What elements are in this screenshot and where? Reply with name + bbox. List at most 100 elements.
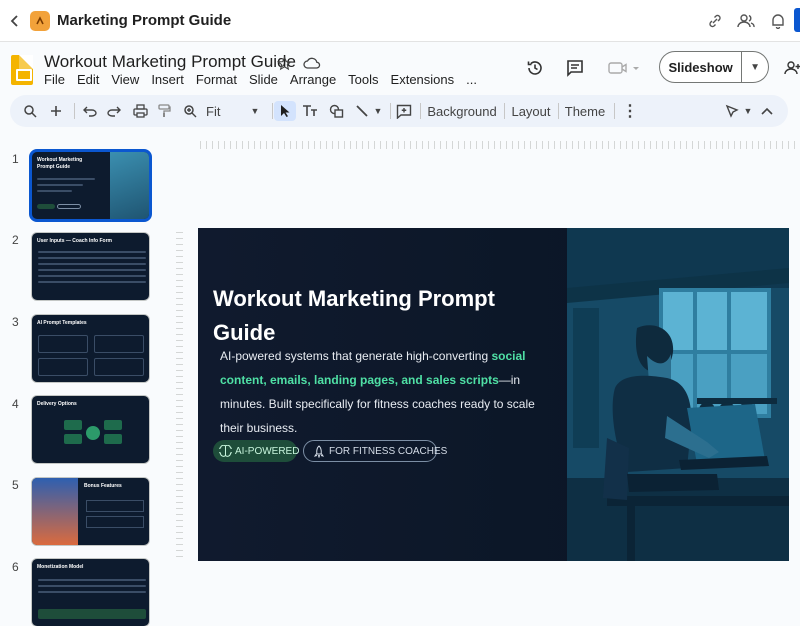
thumbnail-node bbox=[104, 434, 122, 444]
app-favicon-icon bbox=[30, 10, 50, 31]
link-icon[interactable] bbox=[704, 10, 726, 32]
people-icon[interactable] bbox=[735, 10, 757, 32]
thumbnail-title: AI Prompt Templates bbox=[37, 320, 87, 326]
slide-thumbnail-2[interactable]: User Inputs — Coach Info Form bbox=[31, 232, 150, 301]
brain-icon bbox=[219, 445, 232, 457]
share-add-person-icon[interactable] bbox=[782, 58, 800, 78]
menu-overflow[interactable]: ... bbox=[466, 72, 482, 87]
thumbnail-text bbox=[37, 178, 95, 196]
undo-icon[interactable] bbox=[80, 101, 100, 121]
slide-thumbnail-3[interactable]: AI Prompt Templates bbox=[31, 314, 150, 383]
thumbnail-title: Monetization Model bbox=[37, 564, 84, 570]
toolbar-separator bbox=[558, 103, 559, 119]
badge-label: FOR FITNESS COACHES bbox=[329, 445, 448, 457]
chevron-down-icon[interactable]: ▼ bbox=[742, 101, 754, 121]
back-icon[interactable] bbox=[2, 8, 28, 34]
shape-icon[interactable] bbox=[326, 101, 346, 121]
menu-tools[interactable]: Tools bbox=[348, 72, 383, 87]
slide-number: 1 bbox=[12, 152, 19, 166]
bell-icon[interactable] bbox=[767, 10, 789, 32]
menu-extensions[interactable]: Extensions bbox=[391, 72, 460, 87]
print-icon[interactable] bbox=[130, 101, 150, 121]
thumbnail-node bbox=[86, 426, 100, 440]
more-options-icon[interactable]: ⋮ bbox=[620, 101, 640, 121]
chevron-down-icon[interactable]: ▼ bbox=[248, 101, 262, 121]
search-menus-icon[interactable] bbox=[20, 101, 40, 121]
thumbnail-node bbox=[64, 434, 82, 444]
select-cursor-icon[interactable] bbox=[274, 101, 296, 121]
menu-edit[interactable]: Edit bbox=[77, 72, 104, 87]
star-icon[interactable] bbox=[274, 53, 294, 73]
menu-insert[interactable]: Insert bbox=[151, 72, 189, 87]
thumbnail-illustration bbox=[110, 152, 149, 219]
thumbnail-text bbox=[38, 251, 146, 287]
menu-format[interactable]: Format bbox=[196, 72, 242, 87]
vertical-ruler bbox=[176, 232, 183, 562]
chevron-down-icon[interactable]: ▼ bbox=[742, 62, 768, 73]
app-header: Workout Marketing Prompt Guide File Edit… bbox=[0, 43, 800, 95]
thumbnail-title: Workout Marketing Prompt Guide bbox=[37, 157, 83, 170]
document-title[interactable]: Workout Marketing Prompt Guide bbox=[44, 52, 296, 72]
toolbar-separator bbox=[420, 103, 421, 119]
thumbnail-box bbox=[94, 335, 144, 353]
slide-number: 2 bbox=[12, 233, 19, 247]
add-comment-icon[interactable] bbox=[394, 101, 414, 121]
toolbar-separator bbox=[272, 103, 273, 119]
text-box-icon[interactable] bbox=[300, 101, 320, 121]
slides-logo-icon[interactable] bbox=[11, 55, 33, 85]
line-icon[interactable] bbox=[352, 101, 372, 121]
slide-filmstrip: 1 Workout Marketing Prompt Guide 2 User … bbox=[0, 140, 165, 626]
slide-thumbnail-4[interactable]: Delivery Options bbox=[31, 395, 150, 464]
thumbnail-box bbox=[94, 358, 144, 376]
menu-file[interactable]: File bbox=[44, 72, 70, 87]
slide-thumbnail-5[interactable]: Bonus Features bbox=[31, 477, 150, 546]
meet-camera-icon[interactable] bbox=[606, 58, 642, 78]
thumbnail-title: User Inputs — Coach Info Form bbox=[37, 238, 113, 244]
menu-bar: File Edit View Insert Format Slide Arran… bbox=[44, 72, 489, 87]
background-button[interactable]: Background bbox=[427, 101, 496, 121]
slideshow-button[interactable]: Slideshow ▼ bbox=[659, 51, 769, 83]
cloud-status-icon[interactable] bbox=[302, 53, 322, 73]
pen-tool-icon[interactable] bbox=[722, 101, 742, 121]
thumbnail-illustration bbox=[32, 478, 78, 545]
thumbnail-title: Bonus Features bbox=[84, 483, 122, 489]
tab-bar: Marketing Prompt Guide bbox=[0, 0, 800, 42]
slide-title[interactable]: Workout Marketing Prompt Guide bbox=[213, 282, 543, 350]
current-slide[interactable]: Workout Marketing Prompt Guide AI-powere… bbox=[198, 228, 789, 561]
comments-icon[interactable] bbox=[565, 58, 585, 78]
collapse-toolbar-icon[interactable] bbox=[758, 101, 776, 121]
paint-format-icon[interactable] bbox=[154, 101, 174, 121]
slide-number: 6 bbox=[12, 560, 19, 574]
thumbnail-box bbox=[38, 358, 88, 376]
slide-thumbnail-1[interactable]: Workout Marketing Prompt Guide bbox=[29, 149, 152, 222]
slideshow-label: Slideshow bbox=[668, 59, 733, 75]
theme-button[interactable]: Theme bbox=[564, 101, 606, 121]
slide-number: 3 bbox=[12, 315, 19, 329]
thumbnail-banner bbox=[38, 609, 146, 619]
new-slide-icon[interactable] bbox=[46, 101, 66, 121]
profile-avatar-edge[interactable] bbox=[794, 8, 800, 32]
slide-number: 5 bbox=[12, 478, 19, 492]
horizontal-ruler bbox=[200, 141, 800, 149]
tab-title: Marketing Prompt Guide bbox=[57, 12, 232, 29]
toolbar-separator bbox=[504, 103, 505, 119]
toolbar-separator bbox=[74, 103, 75, 119]
thumbnail-node bbox=[104, 420, 122, 430]
slide-description[interactable]: AI-powered systems that generate high-co… bbox=[220, 344, 550, 440]
thumbnail-pill bbox=[57, 204, 81, 209]
chevron-down-icon[interactable]: ▼ bbox=[372, 101, 384, 121]
layout-button[interactable]: Layout bbox=[510, 101, 552, 121]
zoom-icon[interactable] bbox=[180, 101, 200, 121]
toolbar: Fit ▼ ▼ Background Layout Theme ⋮ ▼ bbox=[10, 95, 788, 127]
slide-thumbnail-6[interactable]: Monetization Model bbox=[31, 558, 150, 626]
version-history-icon[interactable] bbox=[525, 58, 545, 78]
badge-label: AI-POWERED bbox=[235, 445, 300, 457]
menu-slide[interactable]: Slide bbox=[249, 72, 283, 87]
menu-arrange[interactable]: Arrange bbox=[290, 72, 341, 87]
ai-powered-badge: AI-POWERED bbox=[213, 440, 300, 462]
slide-number: 4 bbox=[12, 397, 19, 411]
redo-icon[interactable] bbox=[104, 101, 124, 121]
coach-laptop-illustration[interactable] bbox=[567, 228, 789, 561]
menu-view[interactable]: View bbox=[111, 72, 144, 87]
thumbnail-node bbox=[64, 420, 82, 430]
